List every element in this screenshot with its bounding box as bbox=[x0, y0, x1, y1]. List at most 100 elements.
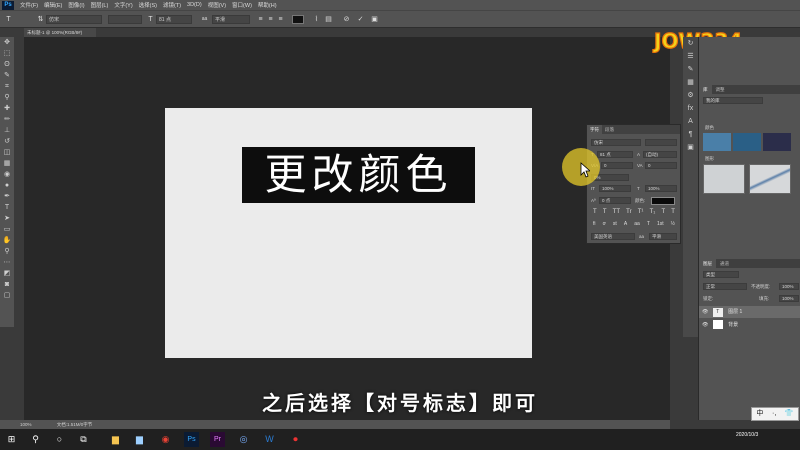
commit-check-icon[interactable]: ✓ bbox=[356, 15, 365, 24]
rectangle-tool-icon[interactable]: ▭ bbox=[0, 224, 14, 235]
cancel-icon[interactable]: ⊘ bbox=[342, 15, 351, 24]
pen-tool-icon[interactable]: ✒ bbox=[0, 191, 14, 202]
library-graphic-thumb[interactable] bbox=[703, 164, 745, 194]
cp-kerning[interactable]: 0 bbox=[601, 162, 633, 169]
blur-tool-icon[interactable]: ◉ bbox=[0, 169, 14, 180]
layer-name[interactable]: 图层 1 bbox=[728, 309, 742, 315]
styles-icon[interactable]: fx bbox=[683, 102, 698, 115]
layer-row[interactable]: 👁 T 图层 1 bbox=[699, 306, 800, 318]
quick-select-tool-icon[interactable]: ✎ bbox=[0, 70, 14, 81]
record-icon[interactable]: ⏺ bbox=[288, 432, 303, 447]
type-tool-icon[interactable]: T bbox=[4, 15, 13, 24]
menu-image[interactable]: 图像(I) bbox=[68, 1, 84, 9]
search-icon[interactable]: ⚲ bbox=[28, 432, 43, 447]
screen-mode-icon[interactable]: ▢ bbox=[0, 290, 14, 301]
fill-input[interactable]: 100% bbox=[779, 295, 799, 302]
antialias-select[interactable]: 平滑 bbox=[212, 15, 250, 24]
zoom-tool-icon[interactable]: ⚲ bbox=[0, 246, 14, 257]
cp-tracking[interactable]: 0 bbox=[645, 162, 677, 169]
font-size-select[interactable]: 81 点 bbox=[156, 15, 192, 24]
3d-icon[interactable]: ▣ bbox=[370, 15, 379, 24]
style-btn[interactable]: T bbox=[593, 209, 597, 215]
path-select-tool-icon[interactable]: ➤ bbox=[0, 213, 14, 224]
chrome-icon[interactable]: ◉ bbox=[158, 432, 173, 447]
hand-tool-icon[interactable]: ✋ bbox=[0, 235, 14, 246]
quick-mask-icon[interactable]: ◙ bbox=[0, 279, 14, 290]
cortana-icon[interactable]: ○ bbox=[52, 432, 67, 447]
ime-skin-icon[interactable]: 👕 bbox=[785, 408, 794, 420]
more-tools-icon[interactable]: ⋯ bbox=[0, 257, 14, 268]
windows-start-icon[interactable]: ⊞ bbox=[4, 432, 19, 447]
3d-panel-icon[interactable]: ▣ bbox=[683, 141, 698, 154]
layer-name[interactable]: 背景 bbox=[728, 322, 738, 328]
tab-paragraph[interactable]: 段落 bbox=[602, 125, 617, 134]
paragraph-icon[interactable]: ¶ bbox=[683, 128, 698, 141]
cp-font-size[interactable]: 81 点 bbox=[597, 151, 633, 158]
tab-channels[interactable]: 通道 bbox=[716, 259, 733, 268]
ot-btn[interactable]: fi bbox=[593, 221, 596, 227]
layer-text[interactable]: 更改颜色 bbox=[242, 147, 475, 203]
eraser-tool-icon[interactable]: ◫ bbox=[0, 147, 14, 158]
library-graphic-thumb[interactable] bbox=[749, 164, 791, 194]
ot-btn[interactable]: T bbox=[647, 221, 650, 227]
cp-leading[interactable]: (自动) bbox=[643, 151, 677, 158]
brush-presets-icon[interactable]: ✎ bbox=[683, 63, 698, 76]
crop-tool-icon[interactable]: ⌗ bbox=[0, 81, 14, 92]
style-btn[interactable]: TT bbox=[613, 209, 620, 215]
document-tab[interactable]: 未标题-1 @ 100%(RGB/8#) bbox=[24, 28, 96, 37]
style-btn[interactable]: Tr bbox=[626, 209, 631, 215]
ime-chinese[interactable]: 中 bbox=[756, 408, 763, 420]
menu-window[interactable]: 窗口(W) bbox=[232, 1, 252, 9]
menu-edit[interactable]: 编辑(E) bbox=[44, 1, 62, 9]
marquee-tool-icon[interactable]: ⬚ bbox=[0, 48, 14, 59]
cp-font-family[interactable]: 仿宋 bbox=[591, 139, 641, 146]
photoshop-taskbar-icon[interactable]: Ps bbox=[184, 432, 199, 447]
library-swatch[interactable] bbox=[763, 133, 791, 151]
properties-icon[interactable]: ☰ bbox=[683, 50, 698, 63]
folder-icon[interactable]: ▆ bbox=[132, 432, 147, 447]
zoom-level[interactable]: 100% bbox=[20, 422, 32, 427]
menu-file[interactable]: 文件(F) bbox=[20, 1, 38, 9]
tab-adjustments[interactable]: 调整 bbox=[712, 85, 729, 94]
align-left-icon[interactable]: ≡ bbox=[256, 15, 265, 24]
layer-row[interactable]: 👁 背景 bbox=[699, 319, 800, 331]
gradient-tool-icon[interactable]: ▦ bbox=[0, 158, 14, 169]
cp-baseline[interactable]: 0 点 bbox=[599, 197, 631, 204]
text-icon[interactable]: A bbox=[683, 115, 698, 128]
align-right-icon[interactable]: ≡ bbox=[276, 15, 285, 24]
blend-mode-select[interactable]: 正常 bbox=[703, 283, 747, 290]
panels-toggle-icon[interactable]: ▤ bbox=[324, 15, 333, 24]
cp-antialias[interactable]: 平滑 bbox=[649, 233, 677, 240]
taskbar-clock[interactable]: 2020/10/3 bbox=[736, 431, 758, 439]
brush-tool-icon[interactable]: ✏ bbox=[0, 114, 14, 125]
font-style-select[interactable] bbox=[108, 15, 142, 24]
cp-language[interactable]: 美国英语 bbox=[591, 233, 635, 240]
menu-select[interactable]: 选择(S) bbox=[139, 1, 157, 9]
warp-text-icon[interactable]: ⌇ bbox=[312, 15, 321, 24]
menu-3d[interactable]: 3D(D) bbox=[187, 2, 202, 8]
text-color-swatch[interactable] bbox=[292, 15, 304, 24]
cp-color-swatch[interactable] bbox=[651, 197, 675, 205]
eyedropper-tool-icon[interactable]: ⚲ bbox=[0, 92, 14, 103]
library-swatch[interactable] bbox=[733, 133, 761, 151]
history-icon[interactable]: ↻ bbox=[683, 37, 698, 50]
cp-font-style[interactable] bbox=[645, 139, 677, 146]
lasso-tool-icon[interactable]: ʘ bbox=[0, 59, 14, 70]
task-view-icon[interactable]: ⧉ bbox=[76, 432, 91, 447]
orientation-icon[interactable]: ⇅ bbox=[36, 15, 45, 24]
ot-btn[interactable]: 1st bbox=[657, 221, 664, 227]
history-brush-tool-icon[interactable]: ↺ bbox=[0, 136, 14, 147]
premiere-icon[interactable]: Pr bbox=[210, 432, 225, 447]
font-family-select[interactable]: 仿宋 bbox=[46, 15, 102, 24]
menu-type[interactable]: 文字(Y) bbox=[114, 1, 132, 9]
ot-btn[interactable]: st bbox=[613, 221, 617, 227]
ot-btn[interactable]: A bbox=[624, 221, 627, 227]
tab-libraries[interactable]: 库 bbox=[699, 85, 712, 94]
dodge-tool-icon[interactable]: ● bbox=[0, 180, 14, 191]
menu-filter[interactable]: 滤镜(T) bbox=[163, 1, 181, 9]
library-swatch[interactable] bbox=[703, 133, 731, 151]
style-btn[interactable]: T bbox=[661, 209, 665, 215]
word-icon[interactable]: W bbox=[262, 432, 277, 447]
text-selection-highlight[interactable]: 更改颜色 bbox=[242, 147, 475, 203]
adjust-icon[interactable]: ⚙ bbox=[683, 89, 698, 102]
